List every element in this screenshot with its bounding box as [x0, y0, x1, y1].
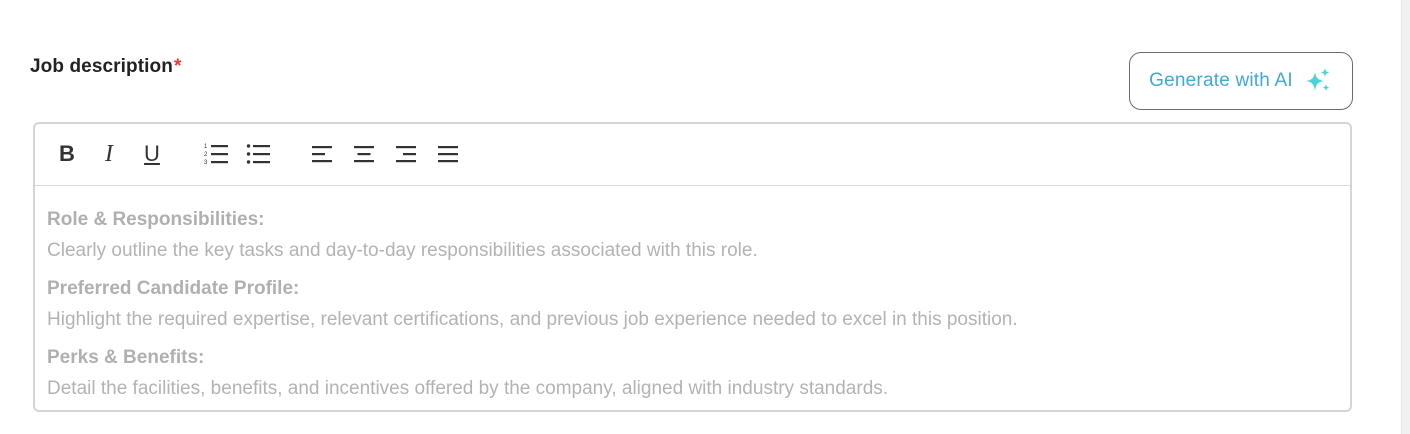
ordered-list-icon: 1 2 3	[204, 144, 228, 166]
placeholder-body: Clearly outline the key tasks and day-to…	[47, 240, 758, 261]
job-description-form: Job description* Generate with AI B I U …	[0, 0, 1410, 434]
svg-text:1: 1	[204, 144, 208, 150]
generate-with-ai-label: Generate with AI	[1149, 70, 1293, 91]
italic-icon: I	[105, 141, 113, 167]
ordered-list-button[interactable]: 1 2 3	[202, 139, 232, 169]
placeholder-heading: Preferred Candidate Profile:	[47, 278, 300, 299]
generate-with-ai-button[interactable]: Generate with AI	[1129, 52, 1353, 110]
underline-icon: U	[144, 141, 160, 166]
underline-button[interactable]: U	[137, 139, 167, 169]
placeholder-body: Detail the facilities, benefits, and inc…	[47, 378, 889, 399]
align-left-button[interactable]	[307, 139, 337, 169]
editor-content-area[interactable]: Role & Responsibilities: Clearly outline…	[35, 186, 1350, 404]
placeholder-heading: Perks & Benefits:	[47, 347, 205, 368]
field-label: Job description*	[30, 56, 181, 78]
required-marker: *	[173, 56, 182, 77]
svg-text:2: 2	[204, 152, 208, 158]
editor-toolbar: B I U 1 2 3	[35, 124, 1350, 186]
placeholder-body: Highlight the required expertise, releva…	[47, 309, 1018, 330]
svg-text:3: 3	[204, 160, 208, 166]
field-label-text: Job description	[30, 56, 173, 77]
align-justify-icon	[438, 146, 458, 163]
sparkle-icon	[1305, 68, 1330, 92]
scrollbar[interactable]	[1401, 0, 1410, 434]
rich-text-editor[interactable]: B I U 1 2 3 Role & Responsibilities: Cle…	[33, 122, 1352, 412]
italic-button[interactable]: I	[94, 139, 124, 169]
bullet-list-button[interactable]	[244, 139, 274, 169]
align-right-button[interactable]	[391, 139, 421, 169]
placeholder-heading: Role & Responsibilities:	[47, 209, 265, 230]
align-center-icon	[354, 146, 374, 163]
align-left-icon	[312, 146, 332, 163]
align-justify-button[interactable]	[433, 139, 463, 169]
align-center-button[interactable]	[349, 139, 379, 169]
bold-button[interactable]: B	[52, 139, 82, 169]
align-right-icon	[396, 146, 416, 163]
bold-icon: B	[59, 141, 75, 166]
bullet-list-icon	[246, 144, 270, 164]
